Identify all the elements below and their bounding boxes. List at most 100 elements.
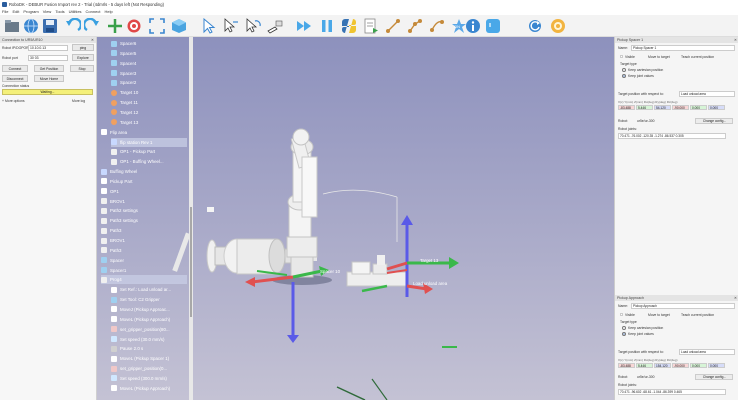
cube-icon[interactable] (170, 17, 187, 34)
pose-y-input[interactable]: 5.446 (636, 105, 653, 110)
change-config-button[interactable]: Change config... (695, 374, 733, 380)
connect-button[interactable]: Connect (2, 65, 28, 72)
robot-ip-input[interactable]: 10.10.0.13 (28, 45, 68, 51)
python-icon[interactable] (340, 17, 357, 34)
pose-rz-input[interactable]: 0.000 (708, 363, 725, 368)
info-icon[interactable] (464, 17, 481, 34)
tree-item[interactable]: MoveJ (Pickup Approac... (111, 305, 187, 314)
pause-icon[interactable] (318, 17, 335, 34)
tree-item[interactable]: Set speed (300.0 mm/s) (111, 374, 187, 383)
select-icon[interactable] (200, 17, 217, 34)
more-options-link[interactable]: + More options (2, 99, 25, 103)
more-log-link[interactable]: More log (72, 99, 85, 103)
tree-scrollbar[interactable] (189, 37, 193, 400)
tree-item[interactable]: Target 10 (111, 88, 187, 97)
robot-port-input[interactable]: 30 03 (28, 55, 68, 61)
fast-forward-icon[interactable] (295, 17, 312, 34)
menu-view[interactable]: View (43, 9, 52, 14)
tree-item[interactable]: Flip area (101, 128, 187, 137)
frame-select[interactable]: Load unload area (679, 349, 735, 355)
pose-rz-input[interactable]: 0.000 (708, 105, 725, 110)
menu-utilities[interactable]: Utilities (69, 9, 82, 14)
tree-item[interactable]: Set Ref.: Load unload ar... (111, 285, 187, 294)
change-config-button[interactable]: Change config... (695, 118, 733, 124)
menu-program[interactable]: Program (23, 9, 38, 14)
pose-x-input[interactable]: -83.488 (618, 363, 635, 368)
undo-icon[interactable] (64, 17, 81, 34)
settings-icon[interactable] (526, 17, 543, 34)
menu-edit[interactable]: Edit (12, 9, 19, 14)
visible-checkbox[interactable] (620, 55, 623, 58)
tree-item[interactable]: Spacer2 (111, 78, 187, 87)
pose-z-input[interactable]: 54.120 (654, 105, 671, 110)
close-icon[interactable]: ✕ (91, 38, 94, 42)
pose-rx-input[interactable]: -90.000 (672, 105, 689, 110)
tree-item[interactable]: Spacer1 (101, 266, 187, 275)
tree-item[interactable]: Path3 (101, 226, 187, 235)
tree-item[interactable]: Path3 settings (101, 216, 187, 225)
tree-item[interactable]: Path2 settings (101, 206, 187, 215)
3d-viewport[interactable]: Target 13 Spacer 10 Load unload area Spa… (97, 37, 614, 400)
export-icon[interactable] (362, 17, 379, 34)
frame-select[interactable]: Load unload area (679, 91, 735, 97)
tree-item[interactable]: MoveL (Pickup Spacer 1) (111, 354, 187, 363)
teach-current-button[interactable]: Teach current position (681, 313, 714, 317)
tree-item[interactable]: MoveL (Pickup Approach) (111, 315, 187, 324)
tree-item[interactable]: Pause 2.0 s (111, 344, 187, 353)
pose-ry-input[interactable]: 0.000 (690, 105, 707, 110)
pose-rx-input[interactable]: -90.000 (672, 363, 689, 368)
tree-item[interactable]: flip station Rev 1 (111, 137, 187, 147)
tree-item[interactable]: Prog4 (101, 275, 187, 285)
menu-help[interactable]: Help (104, 9, 112, 14)
keep-joint-radio[interactable] (622, 74, 626, 78)
open-icon[interactable] (3, 17, 20, 34)
tree-item[interactable]: Set speed (30.0 mm/s) (111, 335, 187, 344)
sync-icon[interactable]: Ⅱ (484, 17, 501, 34)
path-icon[interactable] (384, 17, 401, 34)
tree-item[interactable]: Target 13 (111, 118, 187, 127)
tree-item[interactable]: BROV1 (101, 236, 187, 245)
move-to-target-button[interactable]: Move to target (648, 313, 670, 317)
fit-icon[interactable] (148, 17, 165, 34)
path3-icon[interactable] (428, 17, 445, 34)
globe-icon[interactable] (22, 17, 39, 34)
move-to-target-button[interactable]: Move to target (648, 55, 670, 59)
menu-connect[interactable]: Connect (86, 9, 101, 14)
pose-x-input[interactable]: -83.488 (618, 105, 635, 110)
pose-z-input[interactable]: 154.120 (654, 363, 671, 368)
tree-item[interactable]: set_gripper_position(80... (111, 325, 187, 334)
tree-item[interactable]: Spacer3 (111, 69, 187, 78)
move-icon[interactable] (222, 17, 239, 34)
pose-y-input[interactable]: 5.446 (636, 363, 653, 368)
tree-item[interactable]: BROV1 (101, 197, 187, 206)
tree-item[interactable]: Path3 (101, 246, 187, 255)
robot-joints-input[interactable]: 70.471 -76.002 -120.35 -1.274 -86.537 0.… (618, 133, 726, 139)
tree-item[interactable]: Target 11 (111, 98, 187, 107)
tree-item[interactable]: Buffing Wheel (101, 167, 187, 176)
stop-button[interactable]: Stop (70, 65, 94, 72)
add-target-icon[interactable] (106, 17, 123, 34)
tool-icon[interactable] (266, 17, 283, 34)
target-icon[interactable] (125, 17, 142, 34)
redo-icon[interactable] (83, 17, 100, 34)
robot-joints-input[interactable]: 70.471 -96.602 -68.61 -1.044 -86.399 0.4… (618, 389, 726, 395)
tree-item[interactable]: Spacer5 (111, 49, 187, 58)
menu-file[interactable]: File (2, 9, 8, 14)
pose-ry-input[interactable]: 0.000 (690, 363, 707, 368)
rotate-icon[interactable] (244, 17, 261, 34)
teach-current-button[interactable]: Teach current position (681, 55, 714, 59)
tree-item[interactable]: OP1 - Pickup Part (111, 147, 187, 156)
name-input[interactable]: Pickup Spacer 1 (631, 45, 735, 51)
disconnect-button[interactable]: Disconnect (2, 75, 28, 82)
move-home-button[interactable]: Move Home (34, 75, 64, 82)
tree-item[interactable]: Spacer6 (111, 39, 187, 48)
menu-tools[interactable]: Tools (55, 9, 64, 14)
tree-item[interactable]: OP1 (101, 187, 187, 196)
keep-joint-radio[interactable] (622, 332, 626, 336)
tree-item[interactable]: Set Tool: C2 Gripper (111, 295, 187, 304)
get-position-button[interactable]: Get Position (34, 65, 64, 72)
tree-item[interactable]: Pickup Part (101, 177, 187, 186)
tree-item[interactable]: set_gripper_position(0... (111, 364, 187, 373)
keep-cartesian-radio[interactable] (622, 326, 626, 330)
keep-cartesian-radio[interactable] (622, 68, 626, 72)
